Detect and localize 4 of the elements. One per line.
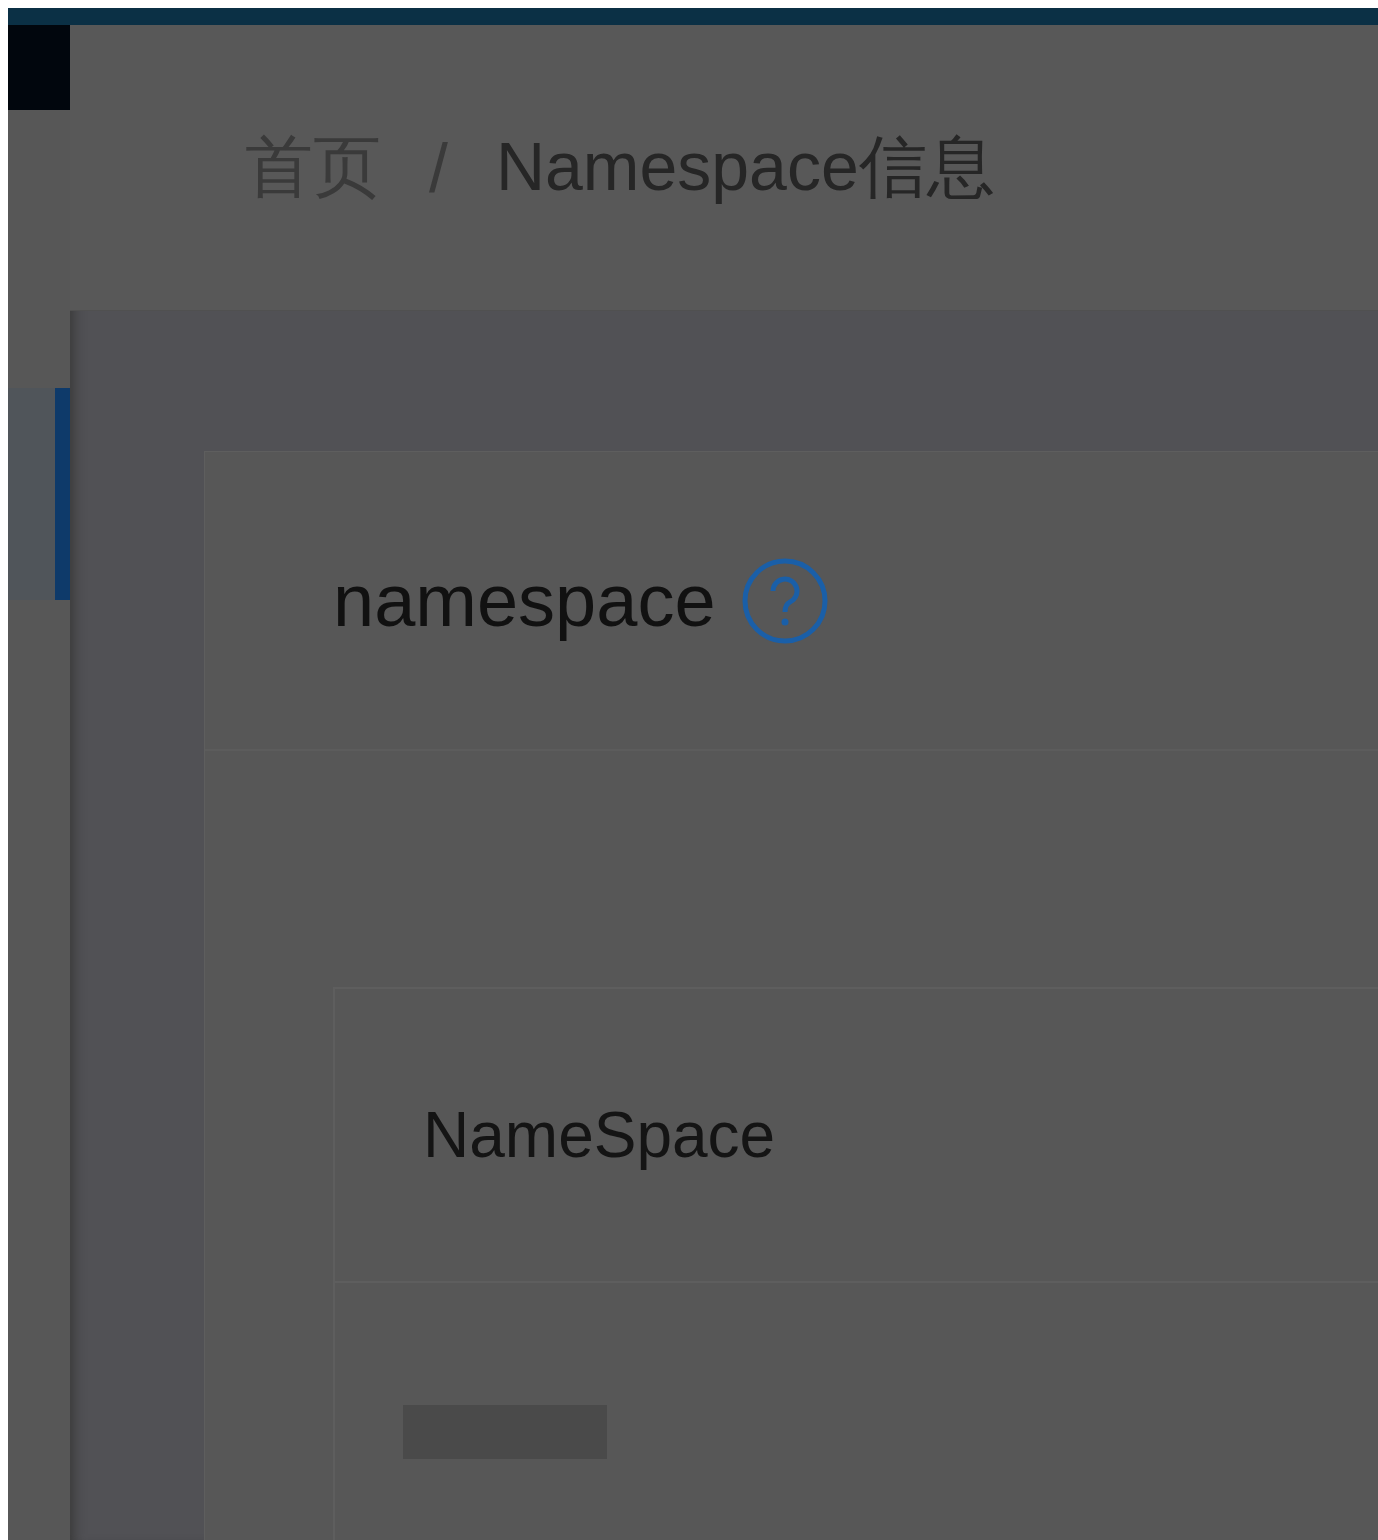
sidebar-item[interactable] bbox=[8, 388, 70, 600]
card-title: namespace bbox=[333, 558, 716, 643]
column-header: NameSpace bbox=[335, 989, 1378, 1283]
breadcrumb-separator: / bbox=[429, 128, 448, 207]
